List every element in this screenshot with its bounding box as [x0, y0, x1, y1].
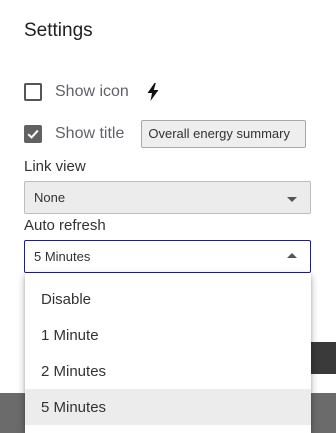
link-view-label: Link view [24, 158, 86, 175]
auto-refresh-option-disable[interactable]: Disable [25, 281, 311, 317]
show-title-label[interactable]: Show title [55, 125, 124, 143]
auto-refresh-option-1-minute[interactable]: 1 Minute [25, 317, 311, 353]
show-icon-checkbox[interactable] [24, 83, 42, 101]
checkmark-icon [27, 129, 39, 139]
show-icon-label[interactable]: Show icon [55, 83, 129, 101]
auto-refresh-option-5-minutes[interactable]: 5 Minutes [25, 389, 311, 425]
auto-refresh-option-2-minutes[interactable]: 2 Minutes [25, 353, 311, 389]
settings-panel: Settings Show icon Show title Overall en… [0, 0, 336, 433]
auto-refresh-select[interactable]: 5 Minutes [24, 240, 311, 273]
chevron-up-icon [287, 252, 297, 258]
link-view-value: None [34, 190, 66, 205]
link-view-select[interactable]: None [24, 181, 311, 214]
auto-refresh-label: Auto refresh [24, 217, 106, 234]
auto-refresh-value: 5 Minutes [34, 249, 91, 264]
settings-title: Settings [24, 20, 93, 41]
auto-refresh-dropdown: Disable 1 Minute 2 Minutes 5 Minutes [25, 273, 311, 433]
lightning-bolt-icon [147, 83, 159, 101]
show-title-checkbox[interactable] [24, 125, 42, 143]
show-title-row: Show title Overall energy summary [24, 120, 307, 148]
chevron-down-icon [287, 196, 297, 202]
title-input[interactable]: Overall energy summary [141, 120, 307, 148]
show-icon-row: Show icon [24, 83, 159, 101]
